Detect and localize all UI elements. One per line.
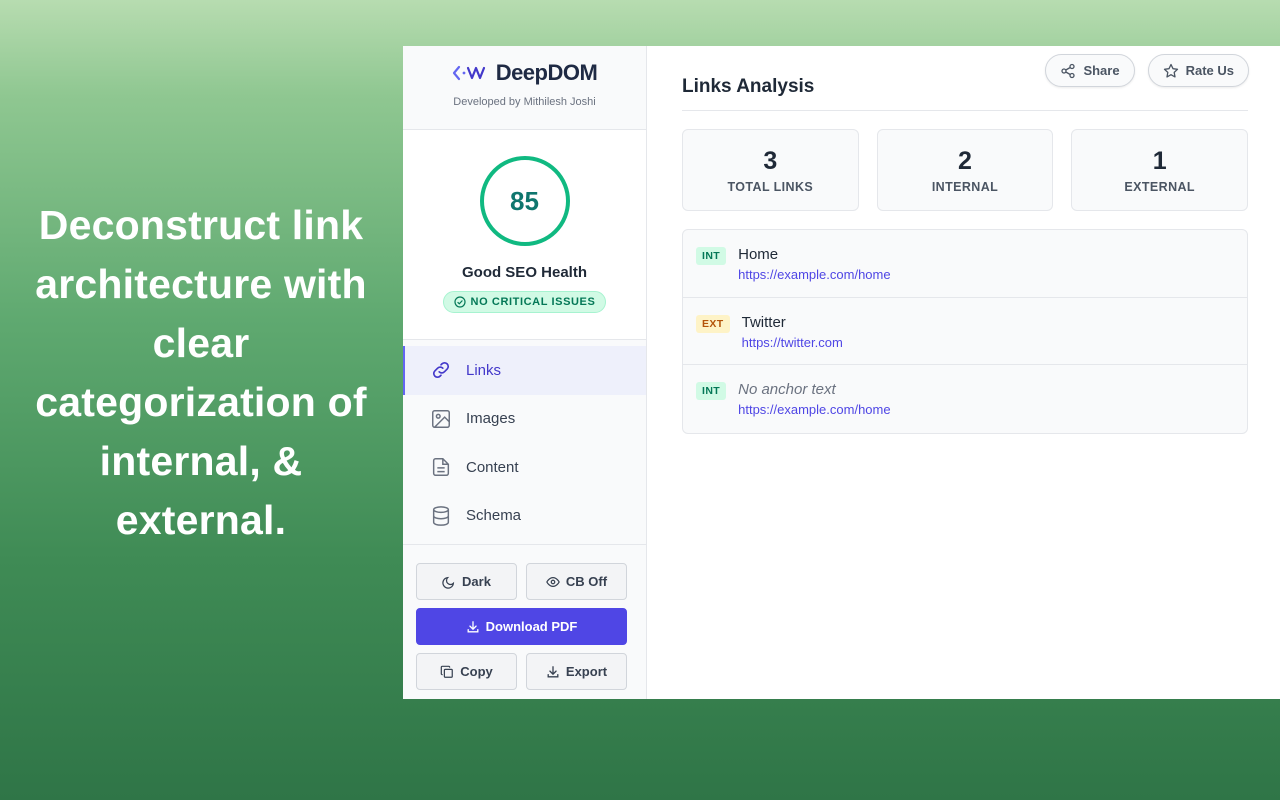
colorblind-toggle-button[interactable]: CB Off	[526, 563, 627, 600]
stat-value: 3	[763, 146, 778, 175]
score-value: 85	[510, 185, 539, 216]
external-tag: EXT	[696, 314, 730, 333]
stat-label: TOTAL LINKS	[727, 179, 814, 194]
stats-row: 3 TOTAL LINKS 2 INTERNAL 1 EXTERNAL	[682, 129, 1249, 211]
star-icon	[1163, 63, 1178, 78]
deepdom-logo-icon	[452, 65, 485, 81]
sidebar-item-label: Schema	[466, 507, 522, 525]
sidebar-item-links[interactable]: Links	[403, 346, 646, 395]
stat-label: EXTERNAL	[1124, 179, 1195, 194]
rate-us-button[interactable]: Rate Us	[1147, 54, 1249, 87]
link-url[interactable]: https://example.com/home	[738, 402, 890, 417]
download-pdf-label: Download PDF	[485, 619, 578, 634]
eye-icon	[546, 576, 560, 587]
image-icon	[432, 409, 450, 428]
status-badge-label: NO CRITICAL ISSUES	[470, 296, 596, 308]
health-label: Good SEO Health	[461, 264, 587, 281]
download-icon	[467, 620, 479, 632]
export-label: Export	[565, 664, 608, 679]
link-anchor-text: Twitter	[741, 313, 786, 331]
sidebar-actions: Dark CB Off Download PDF Copy Export	[403, 544, 646, 690]
export-button[interactable]: Export	[526, 653, 627, 690]
internal-tag: INT	[696, 382, 727, 400]
database-icon	[432, 505, 450, 526]
brand-subtitle: Developed by Mithilesh Joshi	[453, 96, 596, 108]
document-icon	[432, 458, 450, 477]
dark-mode-button[interactable]: Dark	[416, 563, 517, 600]
dark-mode-label: Dark	[462, 574, 491, 589]
share-button[interactable]: Share	[1045, 54, 1135, 87]
list-item[interactable]: INT Home https://example.com/home	[683, 230, 1247, 298]
link-anchor-text: No anchor text	[738, 381, 836, 398]
sidebar: DeepDOM Developed by Mithilesh Joshi 85 …	[403, 46, 647, 699]
list-item[interactable]: EXT Twitter https://twitter.com	[683, 298, 1247, 365]
sidebar-nav: Links Images Content Schema	[403, 340, 646, 540]
stat-value: 2	[958, 146, 972, 175]
internal-tag: INT	[696, 247, 727, 265]
links-list: INT Home https://example.com/home EXT Tw…	[682, 229, 1248, 434]
seo-health-panel: 85 Good SEO Health NO CRITICAL ISSUES	[403, 130, 646, 340]
brand-header: DeepDOM Developed by Mithilesh Joshi	[403, 46, 646, 130]
stat-card-internal: 2 INTERNAL	[876, 129, 1054, 211]
share-label: Share	[1083, 63, 1120, 78]
list-item[interactable]: INT No anchor text https://example.com/h…	[683, 365, 1247, 433]
stat-card-external: 1 EXTERNAL	[1071, 129, 1249, 211]
copy-icon	[440, 665, 454, 678]
brand-name: DeepDOM	[495, 60, 598, 85]
score-ring: 85	[479, 156, 570, 246]
link-icon	[432, 362, 450, 379]
sidebar-item-label: Links	[466, 361, 502, 379]
stat-label: INTERNAL	[931, 179, 999, 194]
sidebar-item-schema[interactable]: Schema	[403, 492, 646, 541]
status-badge: NO CRITICAL ISSUES	[442, 291, 607, 313]
copy-button[interactable]: Copy	[416, 653, 517, 690]
share-icon	[1061, 63, 1076, 78]
main-panel: Share Rate Us Links Analysis 3 TOTAL LIN…	[647, 46, 1280, 699]
sidebar-item-content[interactable]: Content	[403, 443, 646, 492]
sidebar-item-images[interactable]: Images	[403, 395, 646, 444]
link-url[interactable]: https://twitter.com	[742, 335, 843, 350]
colorblind-label: CB Off	[565, 574, 608, 589]
app-window: DeepDOM Developed by Mithilesh Joshi 85 …	[403, 46, 1280, 699]
check-circle-icon	[453, 296, 466, 308]
sidebar-item-label: Content	[466, 458, 519, 476]
copy-label: Copy	[460, 664, 493, 679]
stat-card-total: 3 TOTAL LINKS	[682, 129, 859, 211]
rate-us-label: Rate Us	[1185, 63, 1234, 78]
top-actions: Share Rate Us	[1045, 54, 1249, 87]
moon-icon	[442, 576, 455, 589]
link-url[interactable]: https://example.com/home	[738, 267, 890, 282]
tagline: Deconstruct link architecture with clear…	[35, 202, 367, 543]
sidebar-item-label: Images	[466, 410, 516, 428]
link-anchor-text: Home	[738, 246, 779, 263]
stat-value: 1	[1152, 146, 1167, 175]
export-icon	[547, 665, 559, 677]
download-pdf-button[interactable]: Download PDF	[416, 608, 627, 645]
